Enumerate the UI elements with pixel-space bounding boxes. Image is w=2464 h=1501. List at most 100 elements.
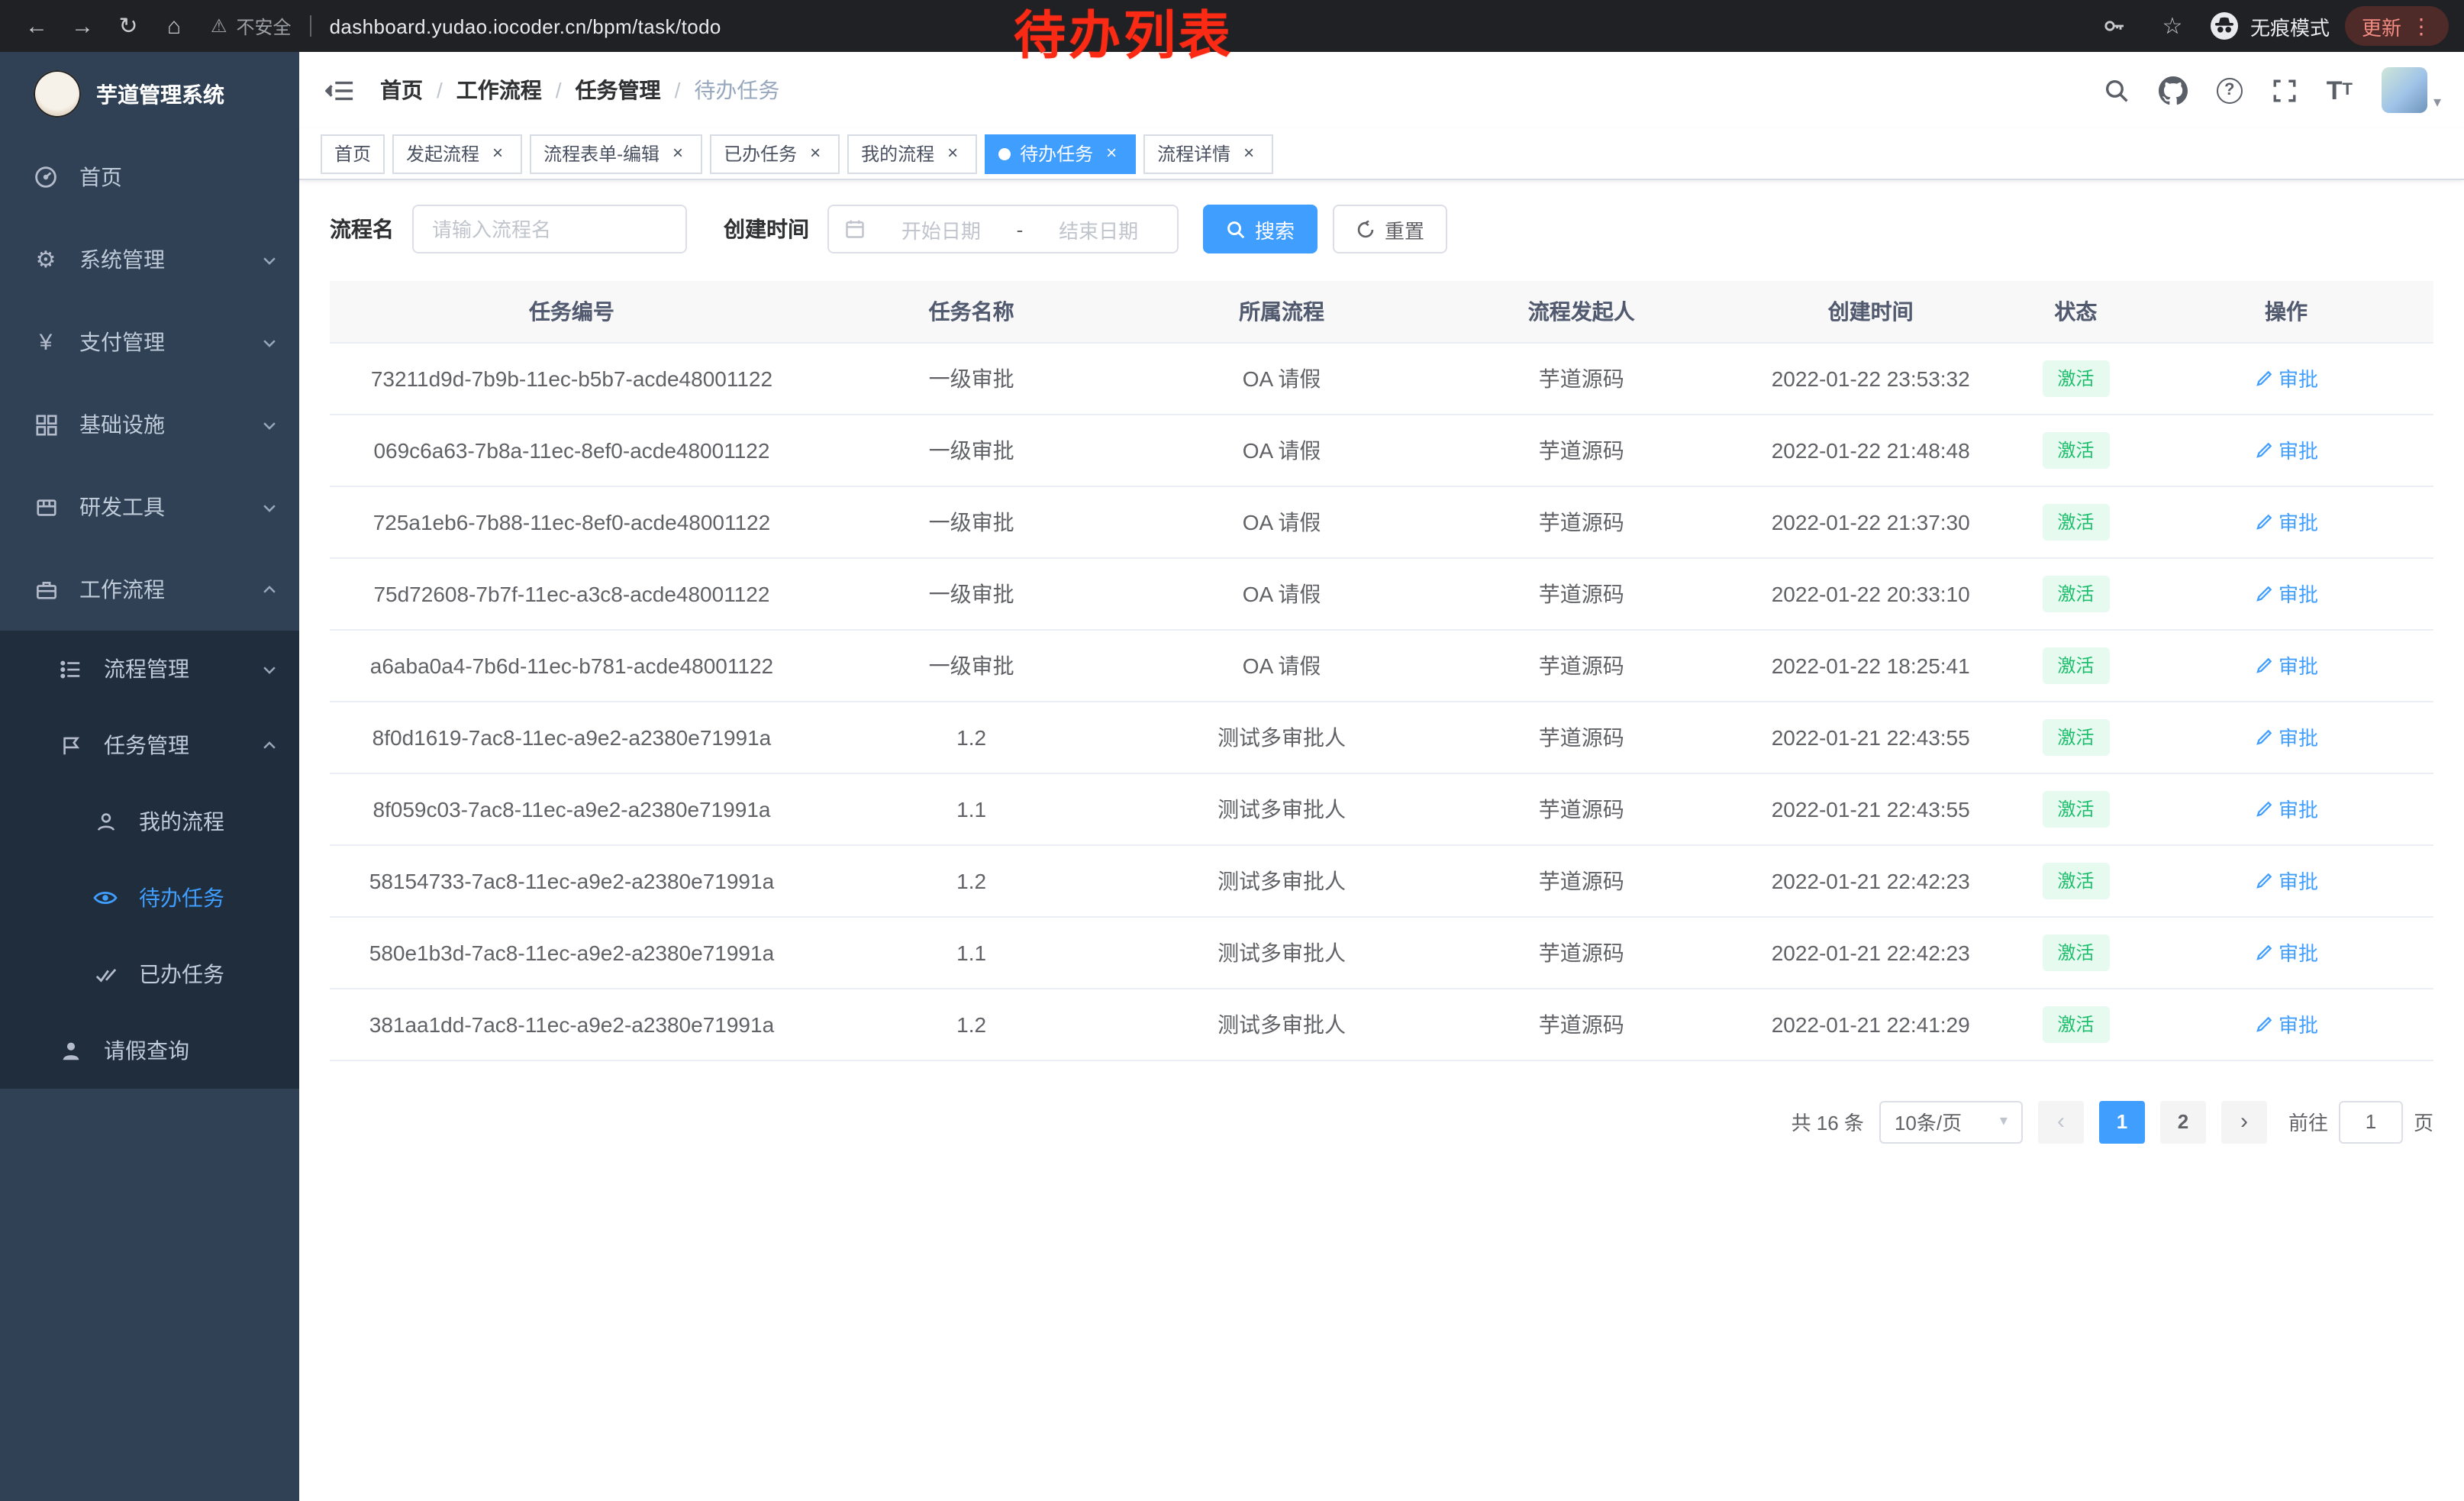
approve-label: 审批 [2279,363,2318,392]
tab-label: 我的流程 [861,140,934,166]
process-cell: 测试多审批人 [1129,916,1434,988]
sidebar-item-process-mgmt[interactable]: 流程管理 [0,631,299,707]
github-icon[interactable] [2159,76,2188,105]
tab-process-detail[interactable]: 流程详情 × [1143,134,1273,173]
breadcrumb-workflow[interactable]: 工作流程 [456,75,542,105]
process-cell: OA 请假 [1129,486,1434,557]
approve-link[interactable]: 审批 [2254,579,2318,608]
process-cell: 测试多审批人 [1129,988,1434,1060]
status-badge: 激活 [2042,431,2109,468]
sidebar-item-label: 研发工具 [79,492,261,522]
sidebar-item-todo-tasks[interactable]: 待办任务 [0,860,299,936]
sidebar-item-leave-query[interactable]: 请假查询 [0,1012,299,1089]
forward-icon[interactable]: → [61,5,104,47]
initiator-cell: 芋道源码 [1434,557,1729,629]
chevron-down-icon [261,251,278,268]
tab-start-process[interactable]: 发起流程 × [392,134,522,173]
tab-todo-tasks[interactable]: 待办任务 × [985,134,1136,173]
sidebar-item-my-process[interactable]: 我的流程 [0,783,299,860]
create-time-label: 创建时间 [724,214,809,244]
sidebar-item-home[interactable]: 首页 [0,136,299,218]
approve-link[interactable]: 审批 [2254,722,2318,751]
sidebar-item-payment[interactable]: ¥ 支付管理 [0,301,299,383]
search-button[interactable]: 搜索 [1203,205,1317,253]
approve-link[interactable]: 审批 [2254,507,2318,536]
sidebar-item-label: 系统管理 [79,244,261,275]
close-icon[interactable]: × [1238,143,1259,164]
status-badge: 激活 [2042,647,2109,683]
status-cell: 激活 [2013,988,2139,1060]
double-check-icon [92,963,119,986]
flag-icon [56,734,84,757]
process-cell: OA 请假 [1129,557,1434,629]
page-size-select[interactable]: 10条/页 ▾ [1879,1100,2023,1143]
sidebar-item-infra[interactable]: 基础设施 [0,383,299,466]
status-badge: 激活 [2042,503,2109,540]
approve-link[interactable]: 审批 [2254,363,2318,392]
approve-link[interactable]: 审批 [2254,1009,2318,1038]
close-icon[interactable]: × [487,143,508,164]
process-name-input[interactable] [412,205,687,253]
prev-page-button[interactable]: ‹ [2038,1100,2084,1143]
person-chat-icon [92,810,119,833]
sidebar-item-label: 已办任务 [139,959,278,989]
sidebar-item-label: 待办任务 [139,883,278,913]
address-bar[interactable]: dashboard.yudao.iocoder.cn/bpm/task/todo [330,15,721,37]
sidebar-item-label: 支付管理 [79,327,261,357]
created-cell: 2022-01-21 22:42:23 [1729,916,2013,988]
user-avatar[interactable]: ▾ [2382,67,2441,113]
update-button[interactable]: 更新 ⋮ [2345,6,2449,46]
password-key-icon[interactable] [2093,5,2136,47]
site-security-chip[interactable]: ⚠ 不安全 [211,13,292,39]
tags-view-bar: 首页 发起流程 × 流程表单-编辑 × 已办任务 × 我的流程 × [299,128,2464,180]
approve-link[interactable]: 审批 [2254,435,2318,464]
browser-menu-icon[interactable]: ⋮ [2411,13,2432,39]
breadcrumb-task-mgmt[interactable]: 任务管理 [576,75,661,105]
back-icon[interactable]: ← [15,5,58,47]
close-icon[interactable]: × [667,143,689,164]
briefcase-icon [32,578,60,601]
search-button-label: 搜索 [1255,215,1295,244]
tab-my-process[interactable]: 我的流程 × [847,134,977,173]
goto-page-input[interactable] [2339,1100,2403,1143]
approve-link[interactable]: 审批 [2254,794,2318,823]
reload-icon[interactable]: ↻ [107,5,150,47]
reset-button[interactable]: 重置 [1333,205,1447,253]
next-page-button[interactable]: › [2221,1100,2267,1143]
sidebar-item-workflow[interactable]: 工作流程 [0,548,299,631]
page-number-2[interactable]: 2 [2160,1100,2206,1143]
status-cell: 激活 [2013,629,2139,701]
task-name-cell: 1.1 [814,773,1129,844]
font-size-icon[interactable]: TT [2327,77,2353,103]
approve-link[interactable]: 审批 [2254,650,2318,679]
sidebar-item-label: 任务管理 [104,730,261,760]
tab-form-edit[interactable]: 流程表单-编辑 × [530,134,702,173]
fullscreen-icon[interactable] [2272,77,2298,103]
close-icon[interactable]: × [805,143,826,164]
approve-link[interactable]: 审批 [2254,866,2318,895]
home-icon[interactable]: ⌂ [153,5,195,47]
initiator-cell: 芋道源码 [1434,916,1729,988]
created-cell: 2022-01-22 21:37:30 [1729,486,2013,557]
sidebar-item-done-tasks[interactable]: 已办任务 [0,936,299,1012]
app-logo[interactable]: 芋道管理系统 [0,52,299,136]
chevron-up-icon [261,737,278,754]
help-icon[interactable]: ? [2217,77,2243,103]
sidebar-item-devtools[interactable]: 研发工具 [0,466,299,548]
sidebar-collapse-icon[interactable] [322,73,356,107]
tab-done-tasks[interactable]: 已办任务 × [710,134,840,173]
tab-home[interactable]: 首页 [321,134,385,173]
task-name-cell: 一级审批 [814,414,1129,486]
search-icon[interactable] [2104,77,2130,103]
close-icon[interactable]: × [942,143,963,164]
sidebar-item-system[interactable]: ⚙ 系统管理 [0,218,299,301]
breadcrumb-home[interactable]: 首页 [380,75,423,105]
approve-link[interactable]: 审批 [2254,938,2318,967]
created-cell: 2022-01-22 20:33:10 [1729,557,2013,629]
bookmark-star-icon[interactable]: ☆ [2151,5,2194,47]
page-number-1[interactable]: 1 [2099,1100,2145,1143]
big-t: T [2327,77,2343,103]
date-range-picker[interactable]: 开始日期 - 结束日期 [827,205,1179,253]
sidebar-item-task-mgmt[interactable]: 任务管理 [0,707,299,783]
close-icon[interactable]: × [1101,143,1122,164]
